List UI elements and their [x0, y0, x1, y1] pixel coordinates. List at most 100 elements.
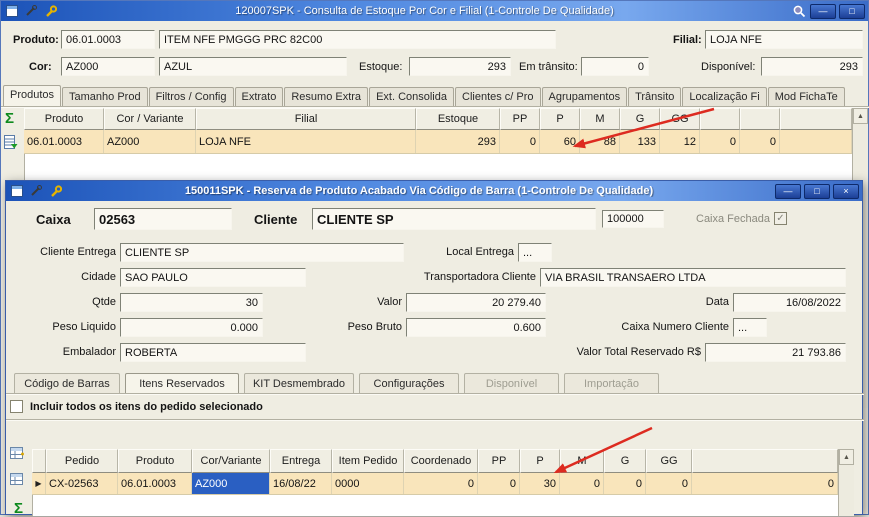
w2-cell-entrega[interactable]: 16/08/22	[270, 473, 332, 494]
cor-code-field[interactable]: AZ000	[61, 57, 155, 76]
transportadora-field[interactable]: VIA BRASIL TRANSAERO LTDA	[540, 268, 846, 287]
peso-bruto-field[interactable]: 0.600	[406, 318, 546, 337]
w1-maximize-button[interactable]: □	[839, 4, 865, 19]
tab-tamanho-prod[interactable]: Tamanho Prod	[62, 87, 148, 106]
disponivel-field[interactable]: 293	[761, 57, 863, 76]
w1-col-filial[interactable]: Filial	[196, 108, 416, 130]
tab-agrupamentos[interactable]: Agrupamentos	[542, 87, 628, 106]
w1-scroll-up-button[interactable]: ▲	[853, 108, 868, 124]
tab-extrato[interactable]: Extrato	[235, 87, 284, 106]
w2-maximize-button[interactable]: □	[804, 184, 830, 199]
w2-grid-row[interactable]: ▶ CX-02563 06.01.0003 AZ000 16/08/22 000…	[32, 473, 838, 495]
w2-col-pp[interactable]: PP	[478, 449, 520, 473]
tab-mod-fichate[interactable]: Mod FichaTe	[768, 87, 845, 106]
sigma-icon[interactable]: Σ	[5, 111, 14, 126]
cor-desc-field[interactable]: AZUL	[159, 57, 347, 76]
w2-grid-scrollbar[interactable]: ▲	[838, 449, 854, 516]
w1-cell-pp[interactable]: 0	[500, 130, 540, 153]
table-add-icon[interactable]	[10, 447, 25, 463]
w2-cell-produto[interactable]: 06.01.0003	[118, 473, 192, 494]
w1-col-p[interactable]: P	[540, 108, 580, 130]
w2-cell-m[interactable]: 0	[560, 473, 604, 494]
search-icon[interactable]	[791, 3, 807, 19]
tab-disponivel[interactable]: Disponível	[464, 373, 559, 393]
local-entrega-field[interactable]: ...	[518, 243, 552, 262]
valor-field[interactable]: 20 279.40	[406, 293, 546, 312]
table-icon[interactable]	[10, 473, 25, 489]
export-grid-icon[interactable]	[4, 135, 18, 152]
produto-desc-field[interactable]: ITEM NFE PMGGG PRC 82C00	[159, 30, 556, 49]
w2-cell-coordenado[interactable]: 0	[404, 473, 478, 494]
w1-cell-cor-variante[interactable]: AZ000	[104, 130, 196, 153]
tools-icon[interactable]	[23, 3, 39, 19]
w2-cell-p[interactable]: 30	[520, 473, 560, 494]
valor-total-field[interactable]: 21 793.86	[705, 343, 846, 362]
caixa-numero-field[interactable]: ...	[733, 318, 767, 337]
tab-codigo-de-barras[interactable]: Código de Barras	[14, 373, 120, 393]
tab-produtos[interactable]: Produtos	[3, 85, 61, 106]
tab-configuracoes[interactable]: Configurações	[359, 373, 459, 393]
cliente-code-field[interactable]: 100000	[602, 210, 664, 228]
w1-col-pp[interactable]: PP	[500, 108, 540, 130]
tab-ext-consolida[interactable]: Ext. Consolida	[369, 87, 454, 106]
data-field[interactable]: 16/08/2022	[733, 293, 846, 312]
w2-col-m[interactable]: M	[560, 449, 604, 473]
w2-cell-g[interactable]: 0	[604, 473, 646, 494]
w2-col-cor-variante[interactable]: Cor/Variante	[192, 449, 270, 473]
tab-itens-reservados[interactable]: Itens Reservados	[125, 373, 239, 393]
w2-scroll-up-button[interactable]: ▲	[839, 449, 854, 465]
w1-col-extra-2[interactable]	[740, 108, 780, 130]
qtde-field[interactable]: 30	[120, 293, 263, 312]
tab-clientes-c-pro[interactable]: Clientes c/ Pro	[455, 87, 541, 106]
w2-col-g[interactable]: G	[604, 449, 646, 473]
w1-col-gg[interactable]: GG	[660, 108, 700, 130]
w2-col-p[interactable]: P	[520, 449, 560, 473]
w1-col-extra-1[interactable]	[700, 108, 740, 130]
w2-col-produto[interactable]: Produto	[118, 449, 192, 473]
w1-titlebar[interactable]: 120007SPK - Consulta de Estoque Por Cor …	[1, 1, 868, 21]
produto-code-field[interactable]: 06.01.0003	[61, 30, 155, 49]
w1-col-estoque[interactable]: Estoque	[416, 108, 500, 130]
w1-col-cor-variante[interactable]: Cor / Variante	[104, 108, 196, 130]
w1-cell-filial[interactable]: LOJA NFE	[196, 130, 416, 153]
w2-col-gg[interactable]: GG	[646, 449, 692, 473]
w2-cell-gg[interactable]: 0	[646, 473, 692, 494]
tools-icon[interactable]	[28, 183, 44, 199]
w2-titlebar[interactable]: 150011SPK - Reserva de Produto Acabado V…	[6, 181, 862, 201]
cliente-field[interactable]: CLIENTE SP	[312, 208, 596, 230]
w2-cell-item-pedido[interactable]: 0000	[332, 473, 404, 494]
w2-cell-pedido[interactable]: CX-02563	[46, 473, 118, 494]
tab-localizacao-fi[interactable]: Localização Fi	[682, 87, 766, 106]
w1-minimize-button[interactable]: —	[810, 4, 836, 19]
w2-col-coordenado[interactable]: Coordenado	[404, 449, 478, 473]
w1-cell-extra-2[interactable]: 0	[740, 130, 780, 153]
w1-col-m[interactable]: M	[580, 108, 620, 130]
include-all-checkbox[interactable]	[10, 400, 23, 413]
caixa-field[interactable]: 02563	[94, 208, 232, 230]
tab-kit-desmembrado[interactable]: KIT Desmembrado	[244, 373, 354, 393]
w1-cell-extra-1[interactable]: 0	[700, 130, 740, 153]
w1-cell-estoque[interactable]: 293	[416, 130, 500, 153]
w1-col-produto[interactable]: Produto	[24, 108, 104, 130]
w1-cell-m[interactable]: 88	[580, 130, 620, 153]
w1-col-g[interactable]: G	[620, 108, 660, 130]
cidade-field[interactable]: SAO PAULO	[120, 268, 306, 287]
estoque-field[interactable]: 293	[409, 57, 511, 76]
w2-minimize-button[interactable]: —	[775, 184, 801, 199]
wrench-icon[interactable]	[47, 183, 63, 199]
cliente-entrega-field[interactable]: CLIENTE SP	[120, 243, 404, 262]
tab-resumo-extra[interactable]: Resumo Extra	[284, 87, 368, 106]
filial-field[interactable]: LOJA NFE	[705, 30, 863, 49]
tab-importacao[interactable]: Importação	[564, 373, 659, 393]
w1-cell-produto[interactable]: 06.01.0003	[24, 130, 104, 153]
w2-col-pedido[interactable]: Pedido	[46, 449, 118, 473]
w1-grid-row[interactable]: 06.01.0003 AZ000 LOJA NFE 293 0 60 88 13…	[24, 130, 852, 154]
w1-cell-gg[interactable]: 12	[660, 130, 700, 153]
wrench-icon[interactable]	[42, 3, 58, 19]
w2-cell-filler[interactable]: 0	[692, 473, 838, 494]
caixa-fechada-checkbox[interactable]: ✓	[774, 212, 787, 225]
form-icon[interactable]	[9, 183, 25, 199]
sigma-icon[interactable]: Σ	[14, 501, 23, 516]
tab-filtros-config[interactable]: Filtros / Config	[149, 87, 234, 106]
tab-transito[interactable]: Trânsito	[628, 87, 681, 106]
